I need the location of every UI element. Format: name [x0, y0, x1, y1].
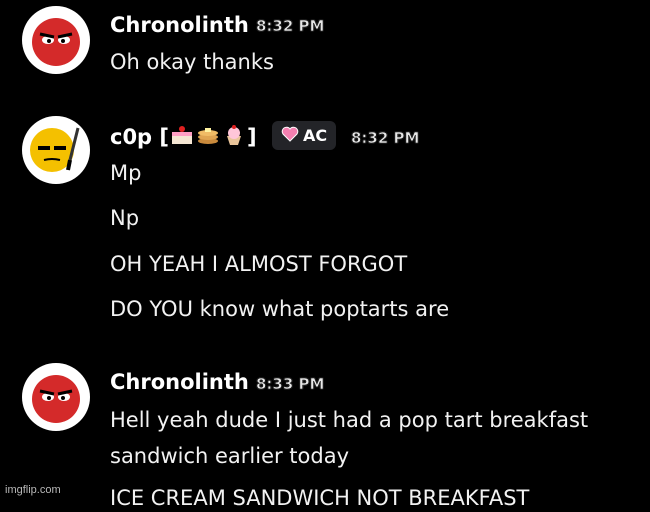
role-badge[interactable]: AC [272, 121, 336, 150]
author-bracket-open: [ [159, 125, 170, 149]
message-text: Hell yeah dude I just had a pop tart bre… [110, 408, 589, 432]
message-text: Oh okay thanks [110, 50, 274, 74]
message-timestamp: 8:32 PM [256, 17, 325, 36]
watermark: imgflip.com [5, 484, 61, 496]
message-text: DO YOU know what poptarts are [110, 297, 450, 321]
message-author[interactable]: c0p [ ] [110, 124, 257, 152]
message-text: Np [110, 206, 140, 230]
pancakes-icon [196, 124, 220, 152]
message-author[interactable]: Chronolinth [110, 12, 249, 38]
avatar[interactable] [22, 116, 90, 184]
message-timestamp: 8:33 PM [256, 375, 325, 394]
author-bracket-close: ] [247, 125, 257, 149]
author-name: c0p [110, 125, 153, 149]
message-text: ICE CREAM SANDWICH NOT BREAKFAST [110, 486, 530, 510]
cupcake-icon [222, 124, 246, 152]
avatar[interactable] [22, 6, 90, 74]
cake-icon [170, 124, 194, 152]
yellow-face-knife-icon [30, 127, 80, 172]
red-face-icon [32, 375, 80, 423]
message-timestamp: 8:32 PM [351, 129, 420, 148]
badge-label: AC [302, 126, 328, 145]
avatar[interactable] [22, 363, 90, 431]
red-face-icon [32, 18, 80, 66]
message-text: Mp [110, 161, 142, 185]
message-author[interactable]: Chronolinth [110, 369, 249, 395]
heart-icon [281, 126, 299, 146]
message-text: sandwich earlier today [110, 444, 350, 468]
message-text: OH YEAH I ALMOST FORGOT [110, 252, 408, 276]
